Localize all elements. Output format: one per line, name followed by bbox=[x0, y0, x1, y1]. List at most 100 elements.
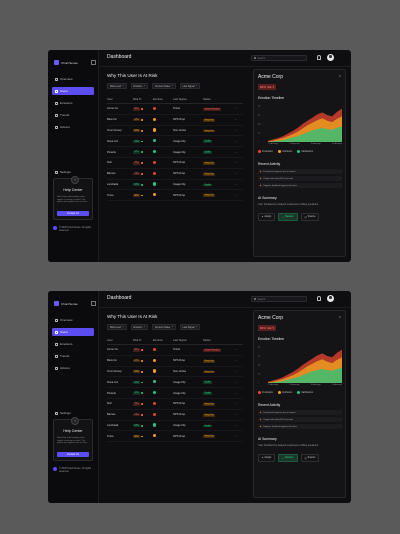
chevron-right-icon[interactable]: › bbox=[235, 183, 243, 186]
sidebar-item-users[interactable]: Users bbox=[52, 87, 94, 95]
assign-button[interactable]: ● Assign bbox=[258, 213, 276, 221]
resolve-button[interactable]: ✓ Resolve bbox=[278, 213, 298, 221]
sidebar-item-trends[interactable]: Trends bbox=[52, 352, 94, 360]
activity-item[interactable]: ▲ Frustration frequency has increased › bbox=[258, 169, 342, 174]
table-row[interactable]: Beta Inc 67% NPS Drop Watchlist › bbox=[107, 356, 243, 367]
search-input[interactable]: Search... bbox=[251, 296, 307, 302]
sidebar-item-emotions[interactable]: Emotions bbox=[52, 340, 94, 348]
column-header[interactable]: User bbox=[107, 98, 133, 101]
column-header[interactable]: Status bbox=[203, 98, 235, 101]
activity-item[interactable]: ▲ Usage reduced by 40% this week › bbox=[258, 417, 342, 422]
filter-dropdown[interactable]: Risk Level ▾ bbox=[107, 324, 127, 330]
table-row[interactable]: Acme Co 82% Ticket Action Needed › bbox=[107, 104, 243, 115]
user-name: Lambada bbox=[107, 182, 119, 186]
column-header[interactable]: Last Signal bbox=[173, 98, 203, 101]
sidebar-item-settings[interactable]: Settings bbox=[55, 411, 71, 415]
table-row[interactable]: Beta Inc 67% NPS Drop Watchlist › bbox=[107, 115, 243, 126]
collapse-sidebar-icon[interactable] bbox=[91, 301, 96, 306]
bell-icon[interactable] bbox=[317, 296, 321, 301]
app-logo[interactable]: ChurnSense bbox=[54, 60, 78, 65]
filter-dropdown[interactable]: Account Value ▾ bbox=[151, 324, 176, 330]
settings-label: Settings bbox=[60, 170, 71, 174]
filter-dropdown[interactable]: Emotion ▾ bbox=[130, 83, 148, 89]
sidebar-item-users[interactable]: Users bbox=[52, 328, 94, 336]
table-row[interactable]: Tome 68% NPS Drop Watchlist › bbox=[107, 190, 243, 202]
table-row[interactable]: Pinacle 32% Usage Dip Stable › bbox=[107, 388, 243, 399]
table-row[interactable]: Nova Ltd 41% Usage Dip Stable › bbox=[107, 136, 243, 148]
risk-cell: 74% bbox=[133, 413, 153, 417]
chevron-right-icon[interactable]: › bbox=[235, 381, 243, 384]
filter-dropdown[interactable]: Last Signal ▾ bbox=[179, 83, 200, 89]
sidebar-item-trends[interactable]: Trends bbox=[52, 111, 94, 119]
column-header[interactable]: Risk % bbox=[133, 339, 153, 342]
table-row[interactable]: Acme Co 82% Ticket Action Needed › bbox=[107, 345, 243, 356]
sidebar-item-overview[interactable]: Overview bbox=[52, 75, 94, 83]
activity-item[interactable]: ▲ Negative feedback tagged at this time › bbox=[258, 424, 342, 429]
avatar[interactable] bbox=[327, 54, 334, 61]
resolve-button[interactable]: ✓ Resolve bbox=[278, 454, 298, 462]
chevron-right-icon[interactable]: › bbox=[235, 370, 243, 373]
table-row[interactable]: Barnes 74% NPS Drop Watchlist › bbox=[107, 410, 243, 421]
table-row[interactable]: Barnes 74% NPS Drop Watchlist › bbox=[107, 169, 243, 180]
chevron-right-icon[interactable]: › bbox=[235, 172, 243, 175]
activity-item[interactable]: ▲ Usage reduced by 40% this week › bbox=[258, 176, 342, 181]
chevron-right-icon[interactable]: › bbox=[235, 435, 243, 438]
avatar[interactable] bbox=[327, 295, 334, 302]
sidebar-item-settings[interactable]: Settings bbox=[55, 170, 71, 174]
table-row[interactable]: Nori 75% NPS Drop Watchlist › bbox=[107, 158, 243, 169]
status-cell: Watchlist bbox=[203, 413, 235, 417]
chevron-right-icon[interactable]: › bbox=[235, 359, 243, 362]
table-row[interactable]: Pinacle 32% Usage Dip Stable › bbox=[107, 147, 243, 158]
activity-item[interactable]: ▲ Negative feedback tagged at this time › bbox=[258, 183, 342, 188]
chevron-right-icon[interactable]: › bbox=[235, 107, 243, 110]
chevron-right-icon[interactable]: › bbox=[235, 151, 243, 154]
chevron-right-icon[interactable]: › bbox=[235, 118, 243, 121]
chevron-right-icon[interactable]: › bbox=[235, 194, 243, 197]
filter-dropdown[interactable]: Last Signal ▾ bbox=[179, 324, 200, 330]
table-row[interactable]: Tome 68% NPS Drop Watchlist › bbox=[107, 431, 243, 443]
chevron-right-icon[interactable]: › bbox=[235, 161, 243, 164]
sidebar-item-overview[interactable]: Overview bbox=[52, 316, 94, 324]
snooze-button[interactable]: ◷ Snooze bbox=[300, 213, 320, 221]
search-input[interactable]: Search... bbox=[251, 55, 307, 61]
table-row[interactable]: Lambada 18% Usage Dip Stable › bbox=[107, 180, 243, 191]
emotion-cell bbox=[153, 369, 173, 373]
activity-item[interactable]: ▲ Frustration frequency has increased › bbox=[258, 410, 342, 415]
contact-us-button[interactable]: Contact Us bbox=[57, 452, 89, 457]
column-header[interactable]: Emotion bbox=[153, 98, 173, 101]
contact-us-button[interactable]: Contact Us bbox=[57, 211, 89, 216]
column-header[interactable]: User bbox=[107, 339, 133, 342]
table-row[interactable]: Nori 75% NPS Drop Watchlist › bbox=[107, 399, 243, 410]
chevron-right-icon[interactable]: › bbox=[235, 348, 243, 351]
chevron-right-icon[interactable]: › bbox=[235, 140, 243, 143]
column-header[interactable]: Emotion bbox=[153, 339, 173, 342]
column-header[interactable]: Status bbox=[203, 339, 235, 342]
filter-dropdown[interactable]: Risk Level ▾ bbox=[107, 83, 127, 89]
filter-dropdown[interactable]: Emotion ▾ bbox=[130, 324, 148, 330]
table-row[interactable]: Nova Ltd 41% Usage Dip Stable › bbox=[107, 377, 243, 389]
sidebar-item-actions[interactable]: Actions bbox=[52, 364, 94, 372]
table-row[interactable]: Omni Group 64% Non-Active Watchlist › bbox=[107, 367, 243, 378]
sidebar-item-emotions[interactable]: Emotions bbox=[52, 99, 94, 107]
table-row[interactable]: Omni Group 64% Non-Active Watchlist › bbox=[107, 126, 243, 137]
snooze-button[interactable]: ◷ Snooze bbox=[300, 454, 320, 462]
filter-dropdown[interactable]: Account Value ▾ bbox=[151, 83, 176, 89]
chevron-right-icon[interactable]: › bbox=[235, 413, 243, 416]
chevron-right-icon[interactable]: › bbox=[235, 402, 243, 405]
legend-item: Satisfaction bbox=[297, 391, 313, 394]
chevron-right-icon[interactable]: › bbox=[235, 424, 243, 427]
sidebar-item-actions[interactable]: Actions bbox=[52, 123, 94, 131]
assign-button[interactable]: ● Assign bbox=[258, 454, 276, 462]
help-center-card: ? Help Center Need help understanding ch… bbox=[53, 176, 93, 220]
chevron-right-icon[interactable]: › bbox=[235, 392, 243, 395]
close-icon[interactable]: ✕ bbox=[338, 74, 341, 78]
bell-icon[interactable] bbox=[317, 55, 321, 60]
app-logo[interactable]: ChurnSense bbox=[54, 301, 78, 306]
close-icon[interactable]: ✕ bbox=[338, 315, 341, 319]
chevron-right-icon[interactable]: › bbox=[235, 129, 243, 132]
collapse-sidebar-icon[interactable] bbox=[91, 60, 96, 65]
column-header[interactable]: Risk % bbox=[133, 98, 153, 101]
table-row[interactable]: Lambada 18% Usage Dip Stable › bbox=[107, 421, 243, 432]
risk-dot-icon bbox=[140, 414, 143, 416]
column-header[interactable]: Last Signal bbox=[173, 339, 203, 342]
